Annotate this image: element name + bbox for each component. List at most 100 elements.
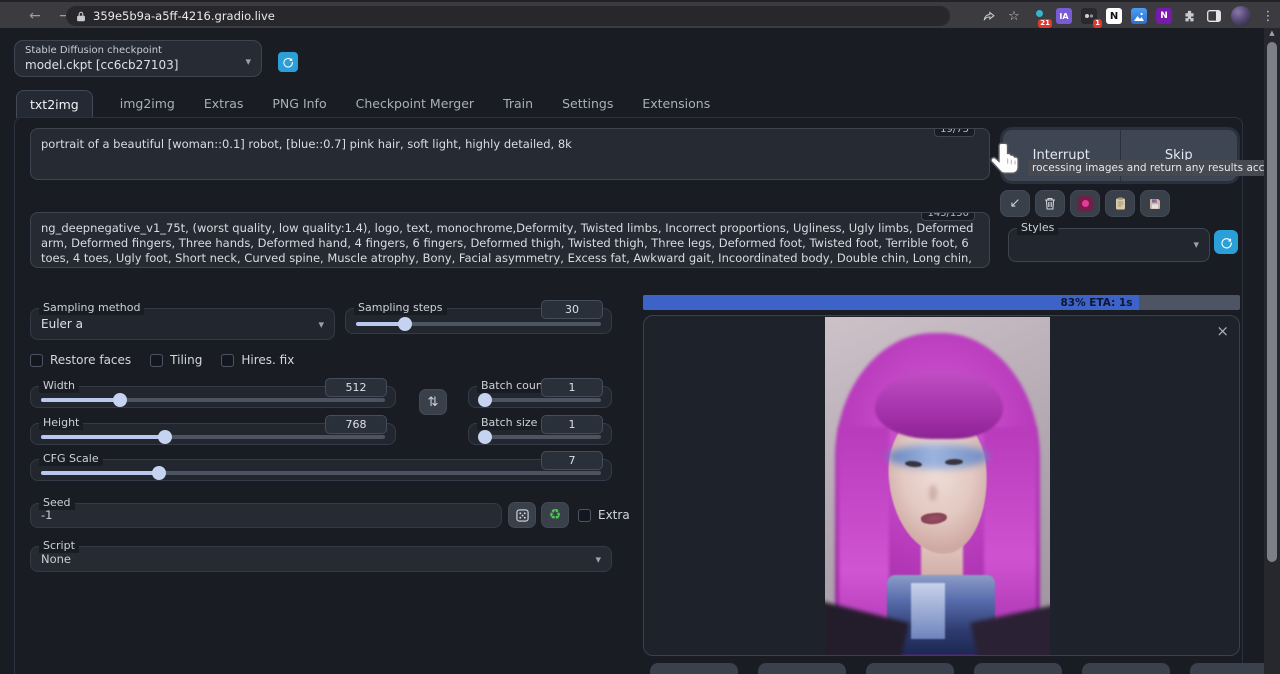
close-icon[interactable]: × bbox=[1216, 324, 1229, 339]
prompt-input[interactable]: portrait of a beautiful [woman::0.1] rob… bbox=[30, 128, 990, 180]
pin-dot-icon bbox=[1036, 10, 1043, 17]
generation-progress-bar: 83% ETA: 1s bbox=[643, 295, 1240, 310]
url-text: 359e5b9a-a5ff-4216.gradio.live bbox=[93, 9, 275, 23]
clear-prompt-button[interactable] bbox=[1035, 190, 1065, 217]
side-panel-icon bbox=[1207, 10, 1221, 22]
main-tabs: txt2img img2img Extras PNG Info Checkpoi… bbox=[16, 90, 712, 117]
sampling-method-dropdown[interactable]: Sampling method Euler a ▾ bbox=[30, 308, 335, 340]
browser-menu-button[interactable]: ⋮ bbox=[1260, 8, 1276, 24]
tab-checkpoint-merger[interactable]: Checkpoint Merger bbox=[354, 90, 476, 117]
seed-value: -1 bbox=[31, 504, 501, 526]
browser-profile-avatar[interactable] bbox=[1231, 6, 1251, 26]
tiling-checkbox[interactable] bbox=[150, 354, 163, 367]
cfg-scale-label: CFG Scale bbox=[39, 452, 103, 466]
prompt-text: portrait of a beautiful [woman::0.1] rob… bbox=[41, 137, 572, 151]
height-value[interactable]: 768 bbox=[325, 415, 387, 434]
sampling-steps-value[interactable]: 30 bbox=[541, 300, 603, 319]
batch-size-value[interactable]: 1 bbox=[541, 415, 603, 434]
result-action-button[interactable] bbox=[1082, 663, 1170, 674]
trash-icon bbox=[1044, 197, 1056, 210]
batch-size-slider[interactable] bbox=[479, 435, 601, 439]
save-style-button[interactable] bbox=[1140, 190, 1170, 217]
chevron-down-icon: ▾ bbox=[595, 553, 601, 566]
refresh-checkpoints-button[interactable] bbox=[278, 52, 298, 72]
tab-extensions[interactable]: Extensions bbox=[640, 90, 712, 117]
tab-txt2img[interactable]: txt2img bbox=[16, 90, 93, 118]
browser-toolbar: ← → 359e5b9a-a5ff-4216.gradio.live ☆ 21 … bbox=[0, 0, 1280, 28]
result-action-button[interactable] bbox=[650, 663, 738, 674]
hires-fix-checkbox[interactable] bbox=[221, 354, 234, 367]
negative-prompt-token-counter: 143/150 bbox=[921, 212, 975, 221]
width-value[interactable]: 512 bbox=[325, 378, 387, 397]
extension-notion[interactable]: N bbox=[1106, 8, 1122, 24]
hires-fix-label: Hires. fix bbox=[241, 353, 294, 367]
batch-count-value[interactable]: 1 bbox=[541, 378, 603, 397]
refresh-styles-button[interactable] bbox=[1214, 230, 1238, 254]
extension-onenote[interactable]: N bbox=[1156, 8, 1172, 24]
result-action-button[interactable] bbox=[1190, 663, 1270, 674]
clipboard-icon bbox=[1115, 197, 1126, 210]
chevron-down-icon: ▾ bbox=[318, 318, 324, 331]
extension-capture[interactable]: 1 bbox=[1081, 8, 1097, 24]
cfg-scale-value[interactable]: 7 bbox=[541, 451, 603, 470]
result-action-button[interactable] bbox=[758, 663, 846, 674]
extension-pin[interactable]: 21 bbox=[1031, 8, 1047, 24]
extensions-menu-button[interactable] bbox=[1181, 8, 1197, 24]
scroll-up-icon[interactable]: ▲ bbox=[1264, 29, 1280, 37]
checkpoint-dropdown[interactable]: Stable Diffusion checkpoint model.ckpt [… bbox=[14, 40, 262, 77]
extension-screenshot[interactable] bbox=[1131, 8, 1147, 24]
seed-extra-option[interactable]: Extra bbox=[578, 508, 630, 522]
generated-image[interactable] bbox=[825, 317, 1050, 655]
random-seed-button[interactable] bbox=[508, 502, 536, 528]
extension-ia[interactable]: IA bbox=[1056, 8, 1072, 24]
swap-icon: ⇅ bbox=[428, 395, 439, 410]
bookmark-star-button[interactable]: ☆ bbox=[1006, 8, 1022, 24]
tab-train[interactable]: Train bbox=[501, 90, 535, 117]
hires-fix-option[interactable]: Hires. fix bbox=[221, 353, 294, 367]
batch-count-slider[interactable] bbox=[479, 398, 601, 402]
extra-networks-button[interactable] bbox=[1070, 190, 1100, 217]
page-scrollbar[interactable]: ▲ bbox=[1264, 28, 1280, 674]
styles-dropdown[interactable]: Styles ▾ bbox=[1008, 228, 1210, 262]
tab-png-info[interactable]: PNG Info bbox=[270, 90, 328, 117]
restore-faces-checkbox[interactable] bbox=[30, 354, 43, 367]
refresh-icon bbox=[282, 56, 294, 68]
scrollbar-thumb[interactable] bbox=[1267, 42, 1277, 562]
seed-extra-checkbox[interactable] bbox=[578, 509, 591, 522]
browser-back-button[interactable]: ← bbox=[24, 5, 46, 27]
mouse-cursor-hand bbox=[990, 140, 1022, 182]
star-icon: ☆ bbox=[1008, 9, 1020, 24]
share-button[interactable] bbox=[981, 8, 997, 24]
width-slider[interactable] bbox=[41, 398, 385, 402]
pin-badge: 21 bbox=[1038, 19, 1052, 28]
cfg-scale-slider[interactable] bbox=[41, 471, 601, 475]
swap-width-height-button[interactable]: ⇅ bbox=[419, 389, 447, 415]
side-panel-button[interactable] bbox=[1206, 8, 1222, 24]
height-slider[interactable] bbox=[41, 435, 385, 439]
refresh-icon bbox=[1220, 236, 1233, 249]
paste-generation-params-button[interactable]: ↙ bbox=[1000, 190, 1030, 217]
apply-styles-button[interactable] bbox=[1105, 190, 1135, 217]
width-control: Width 512 bbox=[30, 386, 396, 408]
prompt-tool-buttons: ↙ bbox=[1000, 190, 1170, 217]
address-bar[interactable]: 359e5b9a-a5ff-4216.gradio.live bbox=[66, 6, 950, 26]
seed-input[interactable]: Seed -1 bbox=[30, 503, 502, 528]
checkpoint-value: model.ckpt [cc6cb27103] bbox=[25, 57, 251, 73]
tab-settings[interactable]: Settings bbox=[560, 90, 615, 117]
prompt-token-counter: 19/75 bbox=[934, 128, 975, 137]
sampling-steps-slider[interactable] bbox=[356, 322, 601, 326]
result-action-button[interactable] bbox=[974, 663, 1062, 674]
restore-faces-option[interactable]: Restore faces bbox=[30, 353, 131, 367]
tab-extras[interactable]: Extras bbox=[202, 90, 246, 117]
recycle-icon: ♻ bbox=[549, 507, 562, 523]
script-dropdown[interactable]: Script None ▾ bbox=[30, 546, 612, 572]
chevron-down-icon: ▾ bbox=[245, 55, 251, 68]
result-action-button[interactable] bbox=[866, 663, 954, 674]
reuse-seed-button[interactable]: ♻ bbox=[541, 502, 569, 528]
sampling-steps-label: Sampling steps bbox=[354, 301, 447, 315]
seed-label: Seed bbox=[39, 496, 75, 510]
tiling-option[interactable]: Tiling bbox=[150, 353, 202, 367]
sampling-steps-control: Sampling steps 30 bbox=[345, 308, 612, 334]
tab-img2img[interactable]: img2img bbox=[118, 90, 177, 117]
negative-prompt-input[interactable]: ng_deepnegative_v1_75t, (worst quality, … bbox=[30, 212, 990, 268]
